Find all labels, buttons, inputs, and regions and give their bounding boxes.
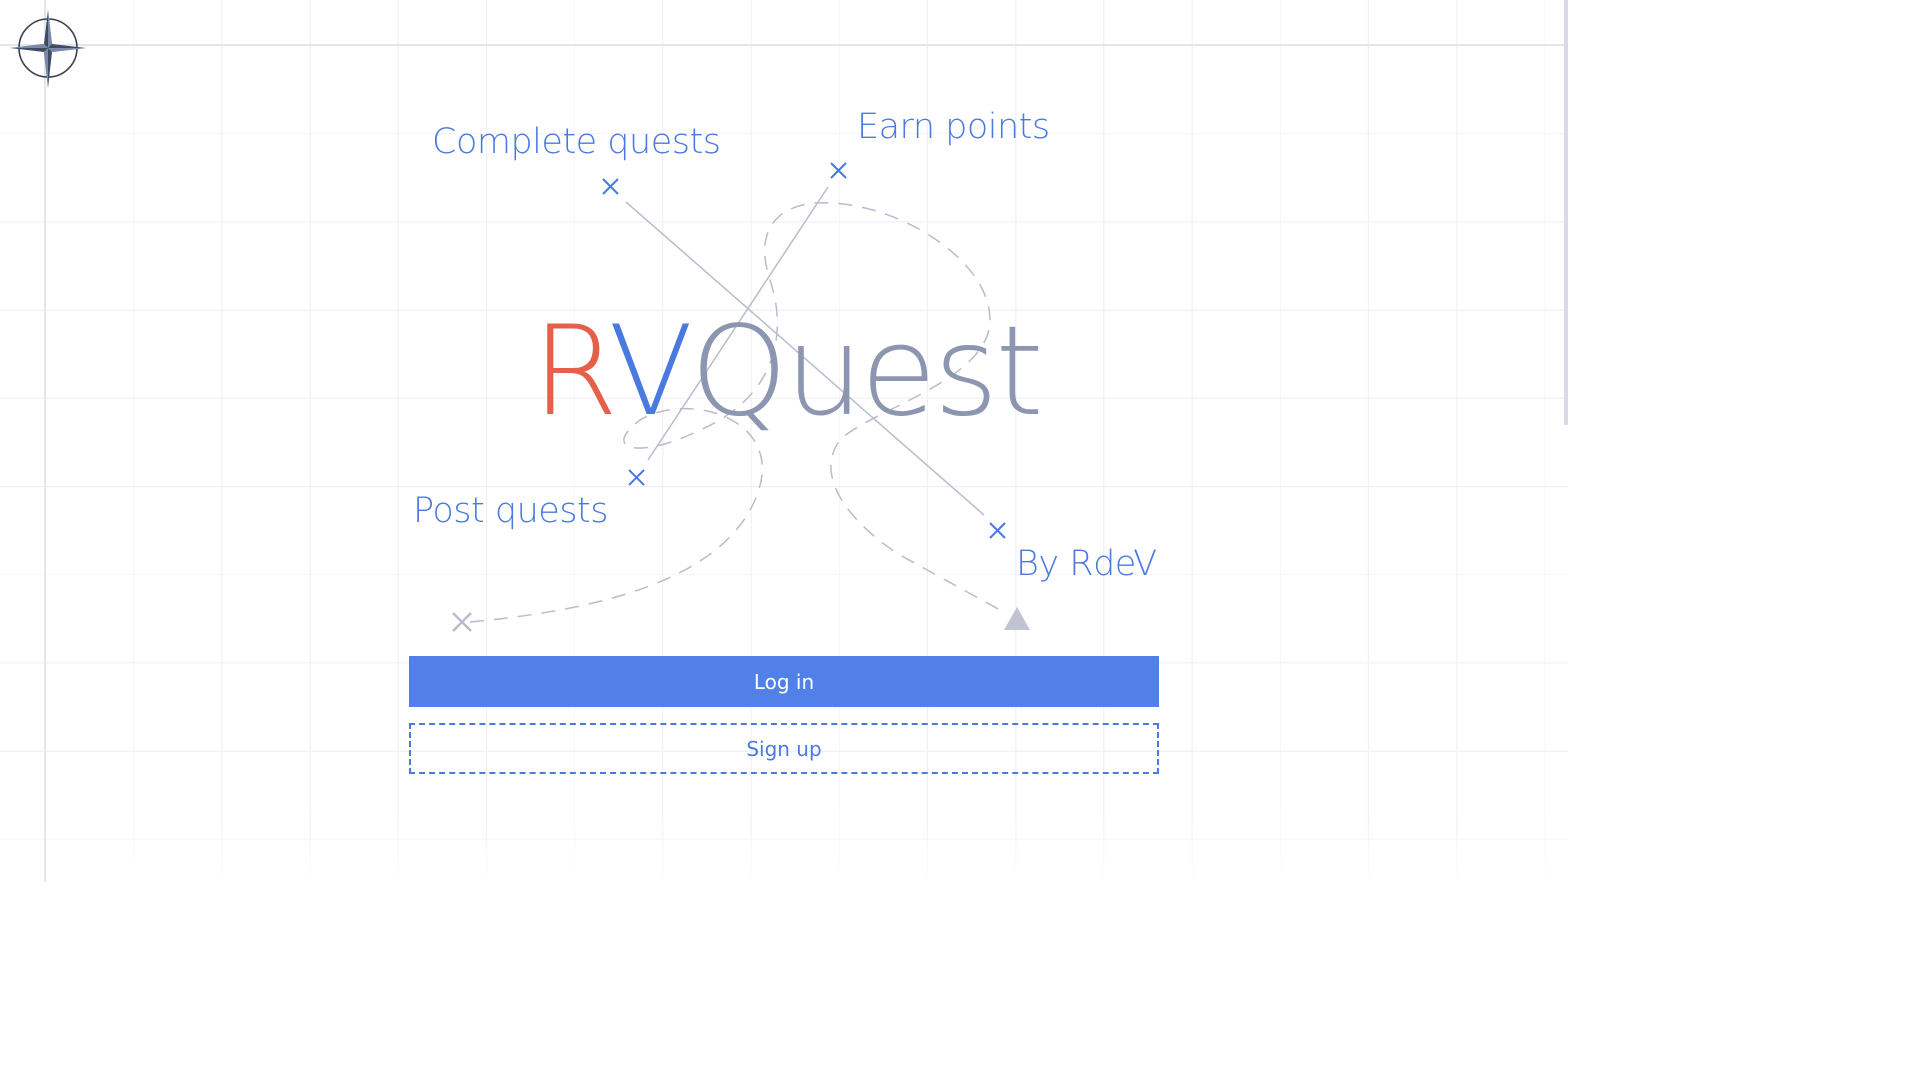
x-marker-icon	[452, 612, 472, 632]
landing-page: Complete quests Earn points Post quests …	[0, 0, 1568, 882]
logo-letter-r: R	[532, 300, 611, 444]
x-marker-icon	[989, 522, 1006, 539]
label-earn-points: Earn points	[857, 107, 1050, 147]
label-by-rdev: By RdeV	[1016, 544, 1157, 584]
label-post-quests: Post quests	[413, 491, 608, 531]
x-marker-icon	[602, 178, 619, 195]
logo-letter-v: V	[608, 300, 693, 444]
login-button[interactable]: Log in	[409, 656, 1159, 707]
x-marker-icon	[628, 469, 645, 486]
x-marker-icon	[830, 162, 847, 179]
app-logo: RVQuest	[532, 310, 1044, 434]
triangle-arrow-icon	[1004, 607, 1030, 630]
logo-word-quest: Quest	[690, 300, 1044, 444]
label-complete-quests: Complete quests	[432, 122, 721, 162]
signup-button[interactable]: Sign up	[409, 723, 1159, 774]
